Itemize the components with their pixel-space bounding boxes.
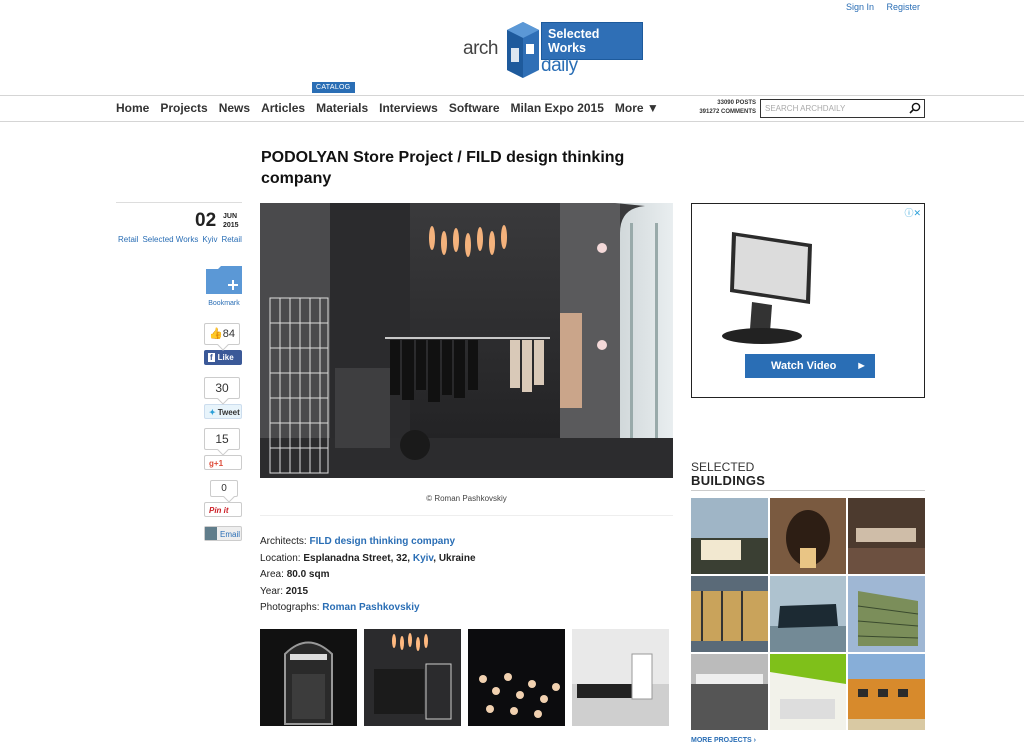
- email-button[interactable]: Email: [204, 526, 242, 541]
- posts-count: 33090 POSTS: [717, 100, 756, 106]
- thumbs-up-icon: 👍: [209, 328, 223, 340]
- pos-terminal-image: [722, 232, 812, 344]
- nav-item-more[interactable]: More ▼: [615, 101, 659, 115]
- building-thumbnail[interactable]: [848, 654, 925, 730]
- account-links: Sign In Register: [836, 2, 920, 12]
- project-facts: Architects: FILD design thinking company…: [260, 534, 476, 617]
- twitter-bird-icon: ✦: [209, 408, 216, 417]
- facebook-share: 👍84 f Like: [202, 323, 242, 365]
- bookmark-folder-icon: [206, 266, 242, 294]
- watch-video-button[interactable]: Watch Video ►: [745, 354, 875, 378]
- article-tags: Retail Selected Works Kyiv Retail: [118, 235, 242, 244]
- tag-link[interactable]: Selected Works: [142, 235, 198, 244]
- photographs-row: Photographs: Roman Pashkovskiy: [260, 602, 420, 613]
- register-link[interactable]: Register: [886, 2, 920, 12]
- store-interior-photo: [260, 203, 673, 478]
- year-row: Year: 2015: [260, 585, 309, 597]
- sign-in-link[interactable]: Sign In: [846, 2, 874, 12]
- building-thumbnail[interactable]: [691, 498, 768, 574]
- email-share: Email: [202, 521, 242, 541]
- facebook-icon: f: [208, 353, 215, 362]
- gplus-button[interactable]: g+1: [204, 455, 242, 470]
- gallery-thumbnails: [260, 629, 669, 726]
- image-caption: © Roman Pashkovskiy: [426, 494, 507, 503]
- catalog-badge: CATALOG: [312, 82, 355, 93]
- facebook-count: 👍84: [204, 323, 240, 345]
- nav-item-projects[interactable]: Projects: [160, 101, 207, 115]
- logo-cube-icon: [507, 22, 539, 78]
- publish-month-year: JUN 2015: [223, 212, 239, 230]
- search-placeholder: SEARCH ARCHDAILY: [765, 104, 846, 113]
- main-nav: Home Projects News Articles Materials In…: [116, 101, 659, 115]
- bookmark-label: Bookmark: [208, 300, 240, 307]
- selected-buildings-grid: [691, 498, 925, 730]
- hero-image[interactable]: [260, 203, 673, 478]
- building-thumbnail[interactable]: [770, 654, 846, 730]
- area-row: Area: 80.0 sqm: [260, 569, 330, 580]
- play-arrow-icon: ►: [856, 360, 867, 372]
- gplus-count: 15: [204, 428, 240, 450]
- city-link[interactable]: Kyiv: [413, 553, 433, 564]
- publish-date: 02 JUN 2015: [195, 210, 239, 232]
- gallery-thumbnail[interactable]: [572, 629, 669, 726]
- search-icon[interactable]: [909, 102, 921, 114]
- nav-item-interviews[interactable]: Interviews: [379, 101, 438, 115]
- tweet-count: 30: [204, 377, 240, 399]
- gallery-thumbnail[interactable]: [260, 629, 357, 726]
- architects-row: Architects: FILD design thinking company: [260, 536, 456, 547]
- building-thumbnail[interactable]: [848, 576, 925, 652]
- publish-month: JUN: [223, 213, 238, 220]
- architect-link[interactable]: FILD design thinking company: [309, 536, 455, 547]
- nav-item-materials[interactable]: Materials: [316, 101, 368, 115]
- tag-link[interactable]: Retail: [221, 235, 241, 244]
- site-counts: 33090 POSTS 391272 COMMENTS: [690, 99, 756, 117]
- archdaily-logo[interactable]: arch Selected Works daily: [463, 20, 643, 82]
- building-thumbnail[interactable]: [770, 576, 846, 652]
- comments-count: 391272 COMMENTS: [699, 109, 756, 115]
- facebook-like-button[interactable]: f Like: [204, 350, 242, 365]
- pin-count: 0: [210, 480, 238, 497]
- meta-divider: [116, 202, 242, 203]
- search-input[interactable]: SEARCH ARCHDAILY: [760, 99, 925, 118]
- tweet-button[interactable]: ✦ Tweet: [204, 404, 242, 419]
- building-thumbnail[interactable]: [691, 576, 768, 652]
- nav-item-milan-expo[interactable]: Milan Expo 2015: [511, 101, 604, 115]
- building-thumbnail[interactable]: [691, 654, 768, 730]
- advertisement[interactable]: ⓘ✕ Watch Video ►: [691, 203, 925, 398]
- publish-day: 02: [195, 210, 217, 231]
- logo-text-daily: daily: [541, 55, 578, 76]
- caption-divider: [260, 515, 673, 516]
- building-thumbnail[interactable]: [848, 498, 925, 574]
- selected-buildings-divider: [691, 490, 925, 491]
- building-thumbnail[interactable]: [770, 498, 846, 574]
- nav-item-articles[interactable]: Articles: [261, 101, 305, 115]
- article-title: PODOLYAN Store Project / FILD design thi…: [261, 149, 625, 187]
- tag-link[interactable]: Retail: [118, 235, 138, 244]
- bookmark-button[interactable]: Bookmark: [205, 266, 243, 307]
- gallery-thumbnail[interactable]: [364, 629, 461, 726]
- selected-buildings-heading: SELECTED BUILDINGS: [691, 460, 766, 488]
- nav-item-home[interactable]: Home: [116, 101, 149, 115]
- logo-text-arch: arch: [463, 38, 498, 59]
- location-row: Location: Esplanadna Street, 32, Kyiv, U…: [260, 552, 476, 564]
- twitter-share: 30 ✦ Tweet: [202, 377, 242, 419]
- nav-item-software[interactable]: Software: [449, 101, 500, 115]
- pinterest-share: 0 Pin it: [202, 480, 242, 517]
- photographer-link[interactable]: Roman Pashkovskiy: [322, 602, 419, 613]
- more-projects-link[interactable]: MORE PROJECTS ›: [691, 737, 756, 744]
- gallery-thumbnail[interactable]: [468, 629, 565, 726]
- nav-item-news[interactable]: News: [219, 101, 250, 115]
- google-plus-share: 15 g+1: [202, 428, 242, 470]
- email-icon: [205, 527, 217, 540]
- pin-it-button[interactable]: Pin it: [204, 502, 242, 517]
- publish-year: 2015: [223, 222, 239, 229]
- tag-link[interactable]: Kyiv: [202, 235, 217, 244]
